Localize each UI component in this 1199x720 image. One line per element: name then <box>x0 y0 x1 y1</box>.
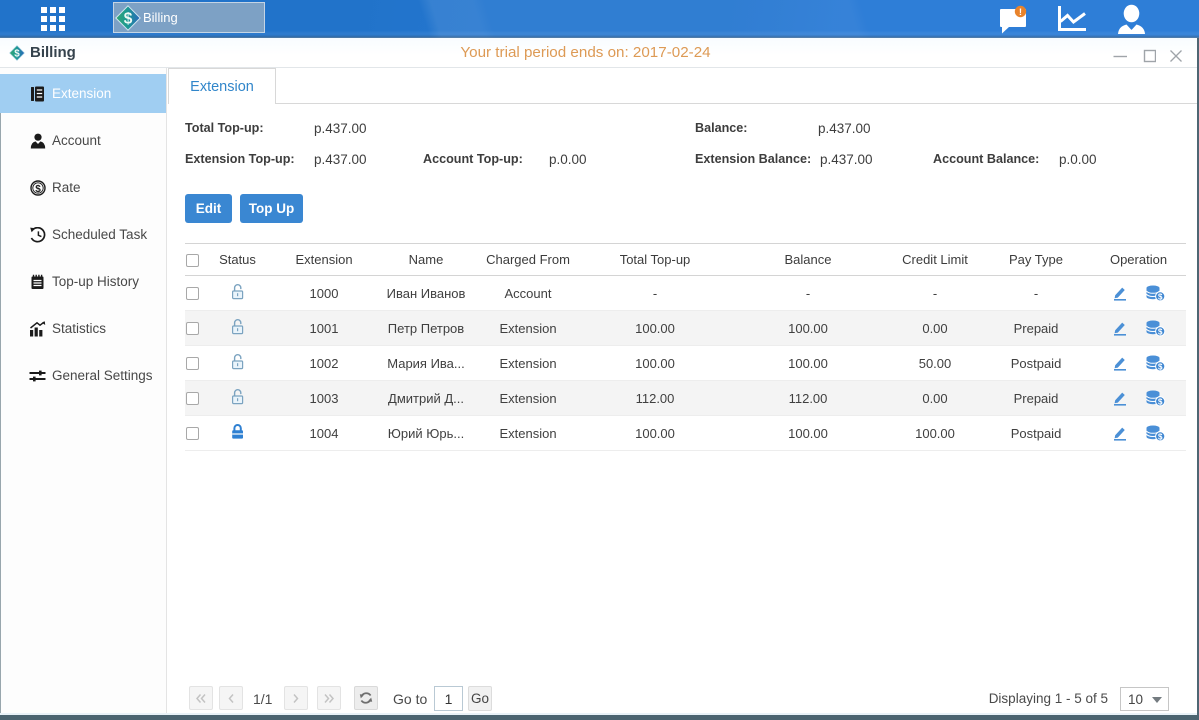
svg-text:$: $ <box>124 10 133 27</box>
svg-text:!: ! <box>1019 7 1022 18</box>
svg-text:$: $ <box>35 183 41 194</box>
